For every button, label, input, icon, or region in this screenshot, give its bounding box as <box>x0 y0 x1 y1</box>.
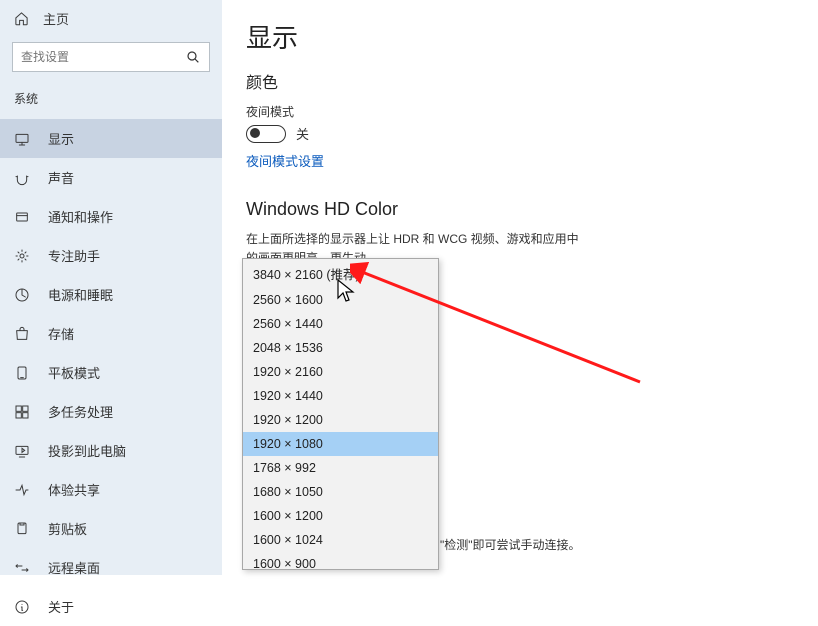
sidebar-item-5[interactable]: 存储 <box>0 314 222 353</box>
resolution-option[interactable]: 2048 × 1536 <box>243 336 438 360</box>
sidebar-item-11[interactable]: 远程桌面 <box>0 548 222 587</box>
settings-sidebar: 主页 系统 显示声音通知和操作专注助手电源和睡眠存储平板模式多任务处理投影到此电… <box>0 0 222 575</box>
night-mode-settings-link[interactable]: 夜间模式设置 <box>246 151 324 170</box>
nav-icon <box>14 131 30 147</box>
search-wrap <box>0 36 222 82</box>
sidebar-item-label: 剪贴板 <box>48 519 87 538</box>
nav-icon <box>14 521 30 537</box>
nav-icon <box>14 326 30 342</box>
sidebar-item-label: 存储 <box>48 324 74 343</box>
search-icon <box>185 49 201 65</box>
toggle-knob <box>250 128 260 138</box>
footer-hint: "检测"即可尝试手动连接。 <box>440 536 581 553</box>
sidebar-item-label: 声音 <box>48 168 74 187</box>
resolution-dropdown[interactable]: 3840 × 2160 (推荐)2560 × 16002560 × 144020… <box>242 258 439 570</box>
resolution-option[interactable]: 2560 × 1440 <box>243 312 438 336</box>
nav-icon <box>14 248 30 264</box>
sidebar-item-12[interactable]: 关于 <box>0 587 222 626</box>
sidebar-item-label: 平板模式 <box>48 363 100 382</box>
sidebar-item-label: 电源和睡眠 <box>48 285 113 304</box>
night-mode-state: 关 <box>296 124 309 143</box>
sidebar-item-label: 专注助手 <box>48 246 100 265</box>
nav-icon <box>14 170 30 186</box>
page-title: 显示 <box>246 18 790 55</box>
resolution-option[interactable]: 1600 × 1024 <box>243 528 438 552</box>
night-mode-row: 关 <box>246 124 790 143</box>
sidebar-item-10[interactable]: 剪贴板 <box>0 509 222 548</box>
sidebar-item-label: 通知和操作 <box>48 207 113 226</box>
sidebar-item-1[interactable]: 声音 <box>0 158 222 197</box>
resolution-option[interactable]: 1680 × 1050 <box>243 480 438 504</box>
resolution-option[interactable]: 2560 × 1600 <box>243 288 438 312</box>
home-button[interactable]: 主页 <box>0 0 222 36</box>
sidebar-item-2[interactable]: 通知和操作 <box>0 197 222 236</box>
nav-icon <box>14 482 30 498</box>
nav-icon <box>14 560 30 576</box>
home-label: 主页 <box>43 9 69 28</box>
night-mode-label: 夜间模式 <box>246 103 790 120</box>
nav-icon <box>14 287 30 303</box>
sidebar-item-label: 显示 <box>48 129 74 148</box>
night-mode-toggle[interactable] <box>246 125 286 143</box>
search-input[interactable] <box>21 50 185 64</box>
sidebar-item-4[interactable]: 电源和睡眠 <box>0 275 222 314</box>
resolution-option[interactable]: 1600 × 900 <box>243 552 438 570</box>
resolution-option[interactable]: 1600 × 1200 <box>243 504 438 528</box>
resolution-option[interactable]: 3840 × 2160 (推荐) <box>243 259 438 288</box>
nav-icon <box>14 209 30 225</box>
color-heading: 颜色 <box>246 69 790 93</box>
resolution-option[interactable]: 1920 × 1200 <box>243 408 438 432</box>
sidebar-item-8[interactable]: 投影到此电脑 <box>0 431 222 470</box>
section-label: 系统 <box>0 82 222 113</box>
sidebar-item-label: 多任务处理 <box>48 402 113 421</box>
nav-icon <box>14 365 30 381</box>
sidebar-item-label: 关于 <box>48 597 74 616</box>
sidebar-item-label: 体验共享 <box>48 480 100 499</box>
hd-color-title: Windows HD Color <box>246 199 790 220</box>
nav-icon <box>14 443 30 459</box>
sidebar-item-6[interactable]: 平板模式 <box>0 353 222 392</box>
resolution-option[interactable]: 1768 × 992 <box>243 456 438 480</box>
search-box[interactable] <box>12 42 210 72</box>
nav-icon <box>14 404 30 420</box>
sidebar-item-7[interactable]: 多任务处理 <box>0 392 222 431</box>
resolution-option[interactable]: 1920 × 1080 <box>243 432 438 456</box>
sidebar-item-label: 投影到此电脑 <box>48 441 126 460</box>
resolution-option[interactable]: 1920 × 1440 <box>243 384 438 408</box>
resolution-option[interactable]: 1920 × 2160 <box>243 360 438 384</box>
sidebar-item-9[interactable]: 体验共享 <box>0 470 222 509</box>
home-icon <box>14 11 29 26</box>
sidebar-item-3[interactable]: 专注助手 <box>0 236 222 275</box>
nav-icon <box>14 599 30 615</box>
sidebar-item-0[interactable]: 显示 <box>0 119 222 158</box>
sidebar-item-label: 远程桌面 <box>48 558 100 577</box>
nav-list: 显示声音通知和操作专注助手电源和睡眠存储平板模式多任务处理投影到此电脑体验共享剪… <box>0 119 222 626</box>
